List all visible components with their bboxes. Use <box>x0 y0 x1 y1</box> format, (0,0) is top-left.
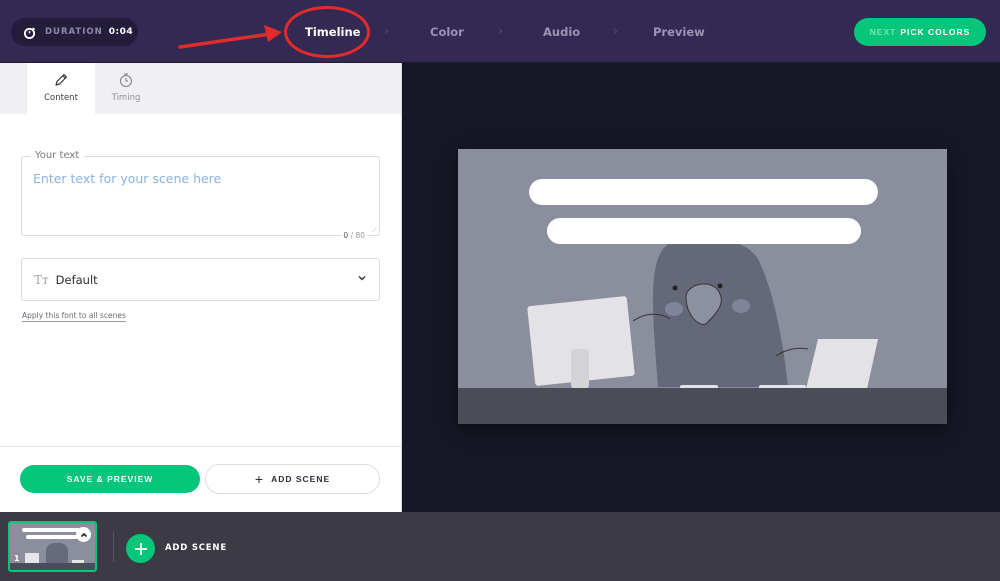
scene-text-field: Your text 0 / 80 ⟋ <box>21 150 380 240</box>
panel-footer-divider <box>0 446 401 447</box>
scene-strip: 1 ADD SCENE <box>0 512 1000 581</box>
strip-divider <box>113 532 114 562</box>
font-select[interactable]: Tт Default <box>21 258 380 301</box>
tab-content-label: Content <box>44 93 78 103</box>
step-nav: Timeline › Color › Audio › Preview <box>0 0 1000 63</box>
thumb-bear <box>46 543 68 565</box>
annotation-circle <box>284 6 370 58</box>
save-preview-button[interactable]: SAVE & PREVIEW <box>20 465 200 493</box>
chevron-right-icon: › <box>613 24 618 38</box>
step-preview[interactable]: Preview <box>653 25 705 39</box>
strip-add-scene-button[interactable] <box>126 534 155 563</box>
scene-thumbnail[interactable]: 1 <box>8 521 97 572</box>
scene-number: 1 <box>14 554 20 563</box>
step-audio[interactable]: Audio <box>543 25 580 39</box>
chevron-down-icon <box>358 276 366 281</box>
font-size-icon: Tт <box>34 272 49 287</box>
scene-canvas[interactable] <box>458 149 947 424</box>
content-panel: Content Timing Your text 0 / 80 ⟋ Tт Def… <box>0 63 402 512</box>
char-count-max: / 80 <box>350 231 365 240</box>
tab-timing[interactable]: Timing <box>92 63 160 114</box>
char-counter: 0 / 80 <box>341 231 367 240</box>
next-label: PICK COLORS <box>900 27 971 37</box>
scene-text-placeholder-line-2 <box>547 218 861 244</box>
thumb-text-line <box>26 535 78 539</box>
thumb-text-line <box>22 528 80 532</box>
plus-icon <box>134 542 147 555</box>
plus-icon: + <box>254 471 265 487</box>
scene-text-placeholder-line-1 <box>529 179 878 205</box>
chevron-right-icon: › <box>384 24 389 38</box>
strip-add-scene-label[interactable]: ADD SCENE <box>165 543 227 553</box>
add-scene-label: ADD SCENE <box>271 474 331 484</box>
scene-text-input[interactable] <box>33 171 363 221</box>
step-color[interactable]: Color <box>430 25 464 39</box>
pencil-icon <box>55 73 68 86</box>
stopwatch-icon <box>119 73 133 88</box>
tab-content[interactable]: Content <box>27 63 95 114</box>
chevron-up-icon <box>80 532 87 537</box>
top-bar: DURATION 0:04 Timeline › Color › Audio ›… <box>0 0 1000 63</box>
resize-grip-icon[interactable]: ⟋ <box>372 226 377 235</box>
chevron-right-icon: › <box>498 24 503 38</box>
font-select-value: Default <box>55 272 98 287</box>
next-pick-colors-button[interactable]: NEXT PICK COLORS <box>854 18 986 46</box>
annotation-arrow <box>178 25 282 49</box>
scene-options-button[interactable] <box>76 527 91 542</box>
add-scene-button[interactable]: + ADD SCENE <box>205 464 380 494</box>
scene-floor <box>458 388 947 424</box>
preview-stage <box>403 63 1000 512</box>
panel-tabs: Content Timing <box>0 63 401 114</box>
tab-timing-label: Timing <box>111 93 141 103</box>
thumb-floor <box>10 563 95 570</box>
next-prefix: NEXT <box>869 27 897 37</box>
apply-font-all-link[interactable]: Apply this font to all scenes <box>22 311 126 322</box>
char-count-current: 0 <box>343 231 349 240</box>
scene-text-legend: Your text <box>30 150 85 161</box>
